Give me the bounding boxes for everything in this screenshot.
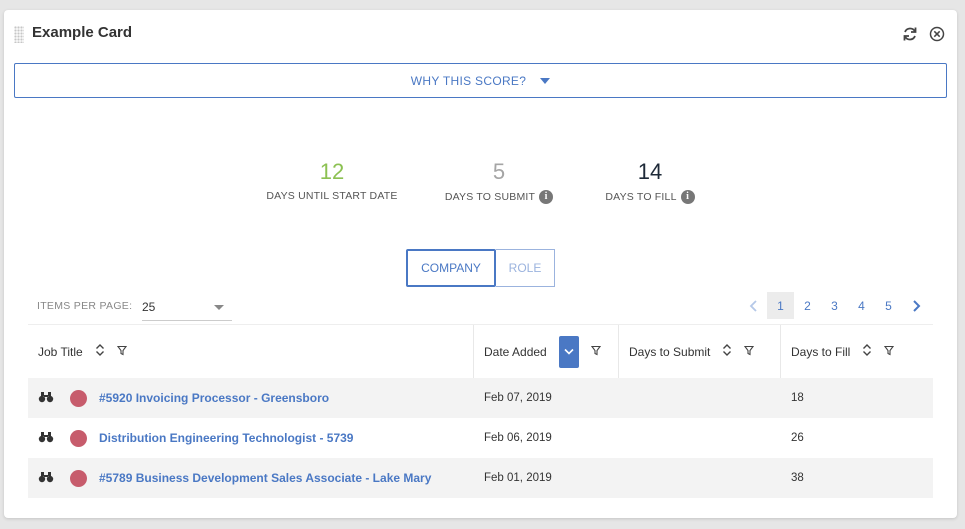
stat-label: DAYS UNTIL START DATE	[266, 190, 398, 202]
binoculars-icon[interactable]	[38, 471, 54, 486]
filter-icon[interactable]	[884, 345, 895, 359]
pagination: 1 2 3 4 5	[740, 292, 929, 319]
page-button[interactable]: 2	[794, 292, 821, 319]
status-dot	[70, 469, 87, 487]
days-to-fill-cell: 18	[791, 392, 804, 404]
sort-desc-icon[interactable]	[558, 335, 579, 368]
days-to-fill-cell: 26	[791, 432, 804, 444]
binoculars-icon[interactable]	[38, 391, 54, 406]
info-icon[interactable]: i	[539, 190, 554, 204]
date-added-cell: Feb 07, 2019	[484, 392, 552, 404]
page-button[interactable]: 3	[821, 292, 848, 319]
job-title-link[interactable]: #5920 Invoicing Processor - Greensboro	[99, 391, 329, 405]
table-header: Job Title Date Added Days to Submit Days…	[28, 324, 933, 378]
drag-handle-icon[interactable]	[14, 26, 24, 43]
filter-icon[interactable]	[590, 345, 601, 359]
table-row: Distribution Engineering Technologist - …	[28, 418, 933, 458]
jobs-table: Job Title Date Added Days to Submit Days…	[28, 324, 933, 498]
column-label: Job Title	[38, 344, 83, 359]
why-this-score-button[interactable]: WHY THIS SCORE?	[14, 63, 947, 98]
why-this-score-label: WHY THIS SCORE?	[410, 73, 527, 88]
page-button[interactable]: 4	[848, 292, 875, 319]
close-icon[interactable]	[928, 25, 946, 43]
status-dot	[70, 429, 87, 447]
stat-value: 5	[492, 159, 506, 184]
items-per-page-select[interactable]: 25	[142, 297, 232, 321]
chevron-down-icon	[540, 77, 551, 84]
sort-icon[interactable]	[862, 344, 872, 359]
column-label: Days to Fill	[791, 344, 851, 359]
stat-days-until-start: 12 DAYS UNTIL START DATE	[257, 159, 407, 203]
toggle-company[interactable]: COMPANY	[406, 249, 496, 287]
days-to-fill-cell: 38	[791, 472, 804, 484]
page-button[interactable]: 1	[767, 292, 794, 319]
items-per-page-value: 25	[142, 300, 156, 314]
column-header-days-to-submit: Days to Submit	[619, 325, 781, 378]
stat-value: 12	[319, 159, 345, 184]
filter-icon[interactable]	[744, 345, 755, 359]
items-per-page-label: ITEMS PER PAGE:	[37, 300, 133, 312]
date-added-cell: Feb 06, 2019	[484, 432, 552, 444]
column-header-date-added: Date Added	[474, 325, 619, 378]
stat-label: DAYS TO FILL	[605, 191, 677, 203]
filter-icon[interactable]	[116, 345, 127, 359]
sort-icon[interactable]	[95, 344, 105, 359]
table-row: #5789 Business Development Sales Associa…	[28, 458, 933, 498]
next-page-button[interactable]	[902, 292, 929, 319]
prev-page-button[interactable]	[740, 292, 767, 319]
job-title-link[interactable]: #5789 Business Development Sales Associa…	[99, 471, 431, 485]
column-header-job-title: Job Title	[28, 325, 474, 378]
stat-days-to-fill: 14 DAYS TO FILL i	[582, 160, 718, 204]
column-label: Date Added	[484, 344, 547, 359]
column-label: Days to Submit	[629, 344, 711, 359]
refresh-icon[interactable]	[901, 25, 919, 43]
sort-icon[interactable]	[722, 344, 732, 359]
info-icon[interactable]: i	[680, 190, 695, 204]
card-title: Example Card	[32, 24, 133, 41]
example-card: Example Card WHY THIS SCORE? 12 DAYS UNT…	[4, 10, 957, 518]
stat-value: 14	[637, 159, 663, 184]
binoculars-icon[interactable]	[38, 431, 54, 446]
table-row: #5920 Invoicing Processor - Greensboro F…	[28, 378, 933, 418]
toggle-role[interactable]: ROLE	[496, 249, 555, 287]
page-button[interactable]: 5	[875, 292, 902, 319]
date-added-cell: Feb 01, 2019	[484, 472, 552, 484]
chevron-down-icon	[214, 305, 224, 310]
column-header-days-to-fill: Days to Fill	[781, 325, 933, 378]
stat-days-to-submit: 5 DAYS TO SUBMIT i	[429, 160, 569, 204]
status-dot	[70, 389, 87, 407]
job-title-link[interactable]: Distribution Engineering Technologist - …	[99, 431, 353, 445]
stat-label: DAYS TO SUBMIT	[444, 191, 536, 203]
